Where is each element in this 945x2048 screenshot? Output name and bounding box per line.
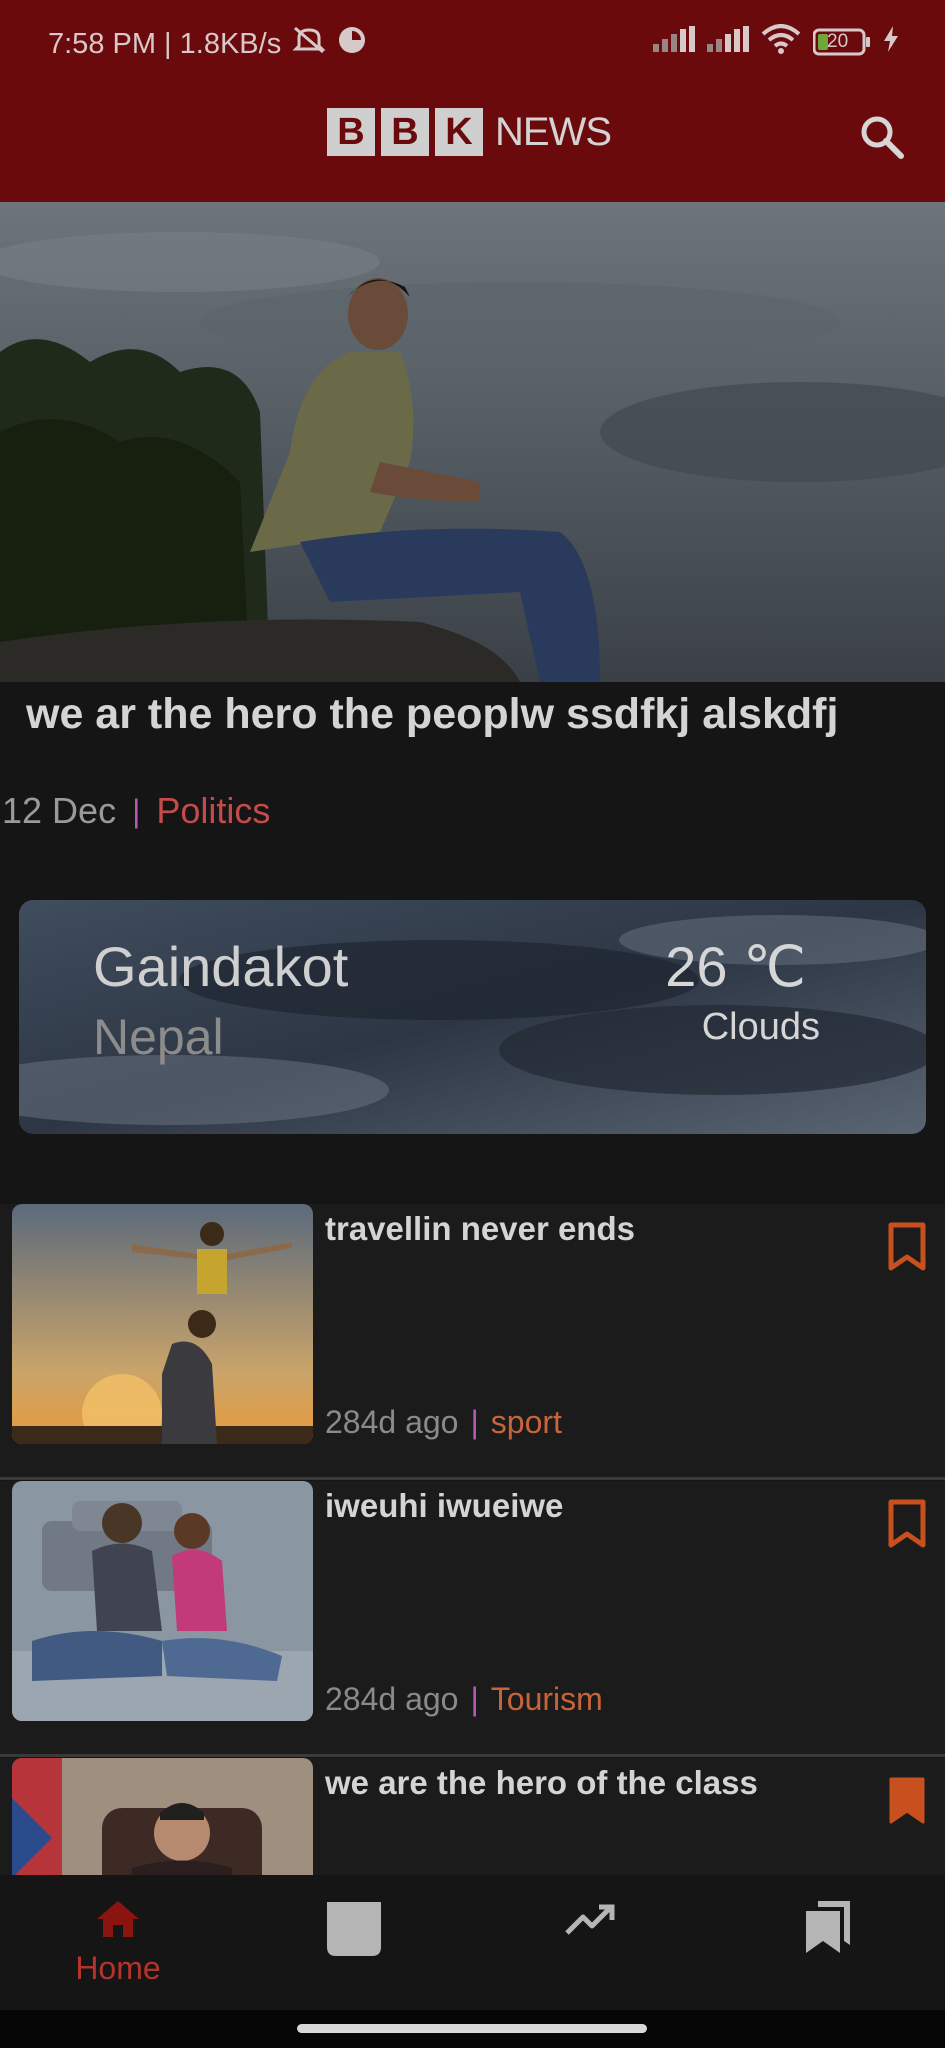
news-time: 284d ago [325,1681,459,1717]
news-title: travellin never ends [325,1210,635,1247]
meta-separator: | [132,792,141,829]
nav-home-label: Home [75,1950,161,1986]
mute-icon [291,24,327,64]
logo-letter: B [327,108,375,156]
home-icon [97,1901,139,1937]
hero-category[interactable]: Politics [156,790,270,832]
bottom-navigation: Home [0,1875,945,2010]
news-category[interactable]: Tourism [491,1681,603,1718]
trending-icon [565,1904,615,1935]
meta-separator: | [470,1404,479,1440]
news-category[interactable]: sport [491,1404,562,1441]
bookmark-button[interactable] [887,1499,927,1549]
weather-temperature: 26 ℃ [665,935,806,998]
signal-icon [653,26,695,57]
list-item[interactable]: we are the hero of the class [0,1758,945,1875]
bookmark-outline-icon [888,1222,926,1271]
news-title: we are the hero of the class [325,1764,758,1801]
gesture-handle[interactable] [297,2024,647,2033]
nav-home[interactable]: Home [38,1899,198,1987]
battery-icon: 20 [813,28,871,56]
logo-letter: B [381,108,429,156]
news-meta: 284d ago | sport [325,1404,562,1441]
search-icon [861,116,904,159]
app-status-icon [337,25,367,63]
logo-word: NEWS [495,109,612,154]
news-icon [327,1902,381,1956]
weather-city: Gaindakot [93,935,349,998]
bookmark-filled-icon [889,1777,925,1824]
news-thumbnail [12,1204,313,1444]
logo-letter: K [435,108,483,156]
bookmark-outline-icon [888,1499,926,1548]
list-item[interactable]: travellin never ends 284d ago | sport [0,1204,945,1480]
status-left: 7:58 PM | 1.8KB/s [48,24,367,64]
news-time: 284d ago [325,1404,459,1440]
hero-image[interactable] [0,202,945,682]
signal-icon [707,26,749,57]
news-thumbnail [12,1481,313,1721]
status-time: 7:58 PM | 1.8KB/s [48,27,282,60]
bookmarks-icon [806,1901,850,1953]
list-item[interactable]: iweuhi iwueiwe 284d ago | Tourism [0,1481,945,1757]
status-right: 20 [653,24,899,59]
news-title: iweuhi iwueiwe [325,1487,564,1524]
nav-bookmarks[interactable] [748,1899,908,1960]
wifi-icon [761,24,801,59]
news-meta: 284d ago | Tourism [325,1681,603,1718]
weather-card[interactable]: Gaindakot Nepal 26 ℃ Clouds [19,900,926,1134]
news-thumbnail [12,1758,313,1875]
app-logo: B B K NEWS [327,108,612,156]
bookmark-button[interactable] [887,1222,927,1272]
status-bar: 7:58 PM | 1.8KB/s 20 [0,0,945,82]
app-bar: B B K NEWS [0,82,945,202]
charging-icon [883,26,899,57]
weather-country: Nepal [93,1009,224,1065]
search-button[interactable] [855,110,911,166]
weather-condition: Clouds [701,1006,820,1048]
hero-title[interactable]: we ar the hero the peoplw ssdfkj alskdfj [26,690,838,739]
hero-date: 12 Dec [2,790,117,831]
hero-meta: 12 Dec | Politics [2,790,270,832]
bookmark-button[interactable] [887,1776,927,1826]
nav-news[interactable] [274,1899,434,1964]
battery-level: 20 [827,30,849,52]
meta-separator: | [470,1681,479,1717]
nav-trending[interactable] [511,1899,671,1944]
